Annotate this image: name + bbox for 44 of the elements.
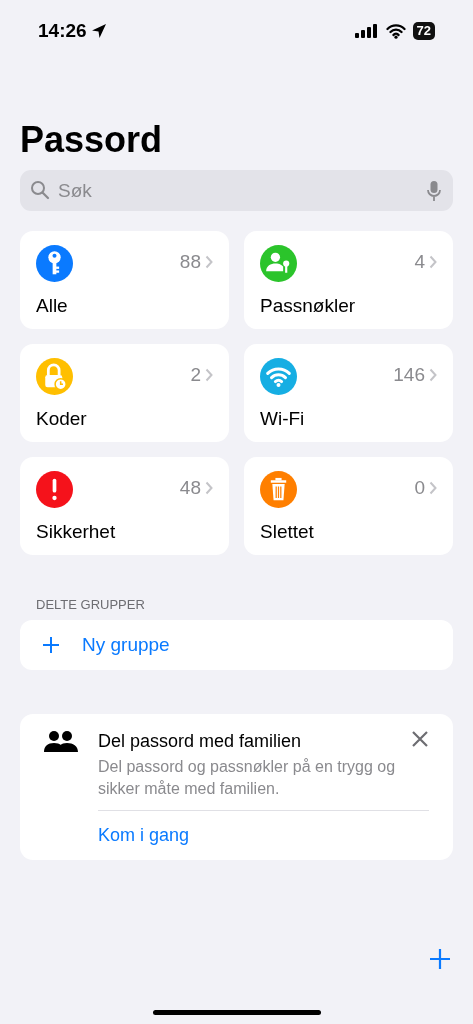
- status-time: 14:26: [38, 20, 87, 42]
- item-count: 4: [414, 251, 425, 273]
- category-tile[interactable]: 146 Wi-Fi: [244, 344, 453, 442]
- close-icon: [411, 730, 429, 748]
- plus-icon: [429, 948, 451, 970]
- get-started-link[interactable]: Kom i gang: [98, 825, 190, 846]
- search-field[interactable]: Søk: [20, 170, 453, 211]
- chevron-right-icon: [205, 255, 213, 269]
- chevron-right-icon: [205, 481, 213, 495]
- item-count: 2: [190, 364, 201, 386]
- search-icon: [30, 180, 50, 200]
- category-label: Passnøkler: [260, 295, 357, 317]
- category-tile[interactable]: 4 Passnøkler: [244, 231, 453, 329]
- page-title: Passord: [20, 118, 164, 162]
- battery-level: 72: [412, 22, 435, 40]
- people-icon: [44, 730, 78, 754]
- item-count: 146: [393, 364, 425, 386]
- category-tile[interactable]: 48 Sikkerhet: [20, 457, 229, 555]
- location-arrow-icon: [90, 23, 107, 39]
- chevron-right-icon: [429, 481, 437, 495]
- category-label: Alle: [36, 295, 69, 317]
- section-header: DELTE GRUPPER: [36, 597, 146, 612]
- item-count: 0: [414, 477, 425, 499]
- category-label: Wi-Fi: [260, 408, 306, 430]
- cellular-signal-icon: [354, 24, 379, 38]
- category-tile[interactable]: 2 Koder: [20, 344, 229, 442]
- item-count: 88: [179, 251, 201, 273]
- category-label: Slettet: [260, 521, 315, 543]
- chevron-right-icon: [429, 368, 437, 382]
- close-button[interactable]: [411, 730, 429, 748]
- card-title: Del passord med familien: [98, 731, 302, 752]
- new-group-button[interactable]: Ny gruppe: [20, 620, 453, 670]
- category-label: Koder: [36, 408, 88, 430]
- category-label: Sikkerhet: [36, 521, 117, 543]
- wifi-signal-icon: [385, 23, 406, 39]
- category-tile[interactable]: 88 Alle: [20, 231, 229, 329]
- add-button[interactable]: [429, 948, 451, 970]
- chevron-right-icon: [205, 368, 213, 382]
- category-tile[interactable]: 0 Slettet: [244, 457, 453, 555]
- card-description: Del passord og passnøkler på en trygg og sikker måte med familien.: [98, 756, 429, 811]
- plus-icon: [42, 636, 60, 654]
- microphone-icon[interactable]: [427, 180, 441, 202]
- item-count: 48: [179, 477, 201, 499]
- chevron-right-icon: [429, 255, 437, 269]
